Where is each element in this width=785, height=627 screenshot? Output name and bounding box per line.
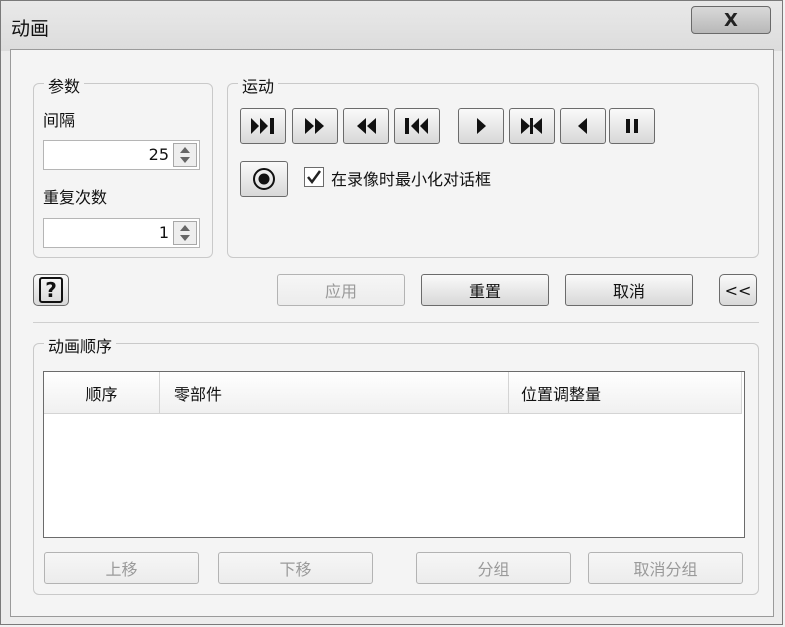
repeat-spin-arrows[interactable] <box>173 221 197 245</box>
separator <box>33 322 759 323</box>
move-down-button[interactable]: 下移 <box>218 552 373 584</box>
column-label: 位置调整量 <box>521 384 602 404</box>
record-button[interactable] <box>240 161 288 197</box>
arrow-up-icon <box>180 147 190 153</box>
interval-label: 间隔 <box>43 111 76 130</box>
step-reverse-icon <box>521 118 542 134</box>
move-up-button[interactable]: 上移 <box>44 552 199 584</box>
cancel-button[interactable]: 取消 <box>565 274 693 306</box>
motion-legend: 运动 <box>238 73 279 97</box>
repeat-stepper[interactable]: 1 <box>43 218 200 248</box>
play-to-end-button[interactable] <box>240 108 286 144</box>
repeat-label: 重复次数 <box>43 188 108 207</box>
interval-stepper[interactable]: 25 <box>43 140 200 170</box>
window-title: 动画 <box>11 18 50 40</box>
fast-rewind-icon <box>357 118 376 134</box>
column-header-position[interactable]: 位置调整量 <box>509 372 742 413</box>
rewind-to-start-button[interactable] <box>394 108 440 144</box>
fast-forward-icon <box>305 118 324 134</box>
sequence-legend: 动画顺序 <box>44 333 117 357</box>
close-icon: X <box>724 9 738 31</box>
play-reverse-button[interactable] <box>560 108 606 144</box>
rewind-to-start-icon <box>405 118 428 134</box>
fast-forward-button[interactable] <box>292 108 338 144</box>
interval-spin-arrows[interactable] <box>173 143 197 167</box>
arrow-up-icon <box>180 225 190 231</box>
column-header-order[interactable]: 顺序 <box>44 372 160 413</box>
reset-button[interactable]: 重置 <box>421 274 549 306</box>
arrow-down-icon <box>180 235 190 241</box>
repeat-value: 1 <box>158 223 169 242</box>
pause-button[interactable] <box>609 108 655 144</box>
help-button[interactable]: ? <box>33 274 69 306</box>
column-label: 零部件 <box>174 384 223 404</box>
checkmark-icon <box>307 170 322 185</box>
minimize-label: 在录像时最小化对话框 <box>331 170 492 189</box>
play-forward-icon <box>477 118 486 134</box>
group-button[interactable]: 分组 <box>416 552 571 584</box>
sequence-list[interactable]: 顺序 零部件 位置调整量 <box>43 371 745 538</box>
fast-rewind-button[interactable] <box>343 108 389 144</box>
list-header: 顺序 零部件 位置调整量 <box>44 372 742 414</box>
interval-value: 25 <box>148 145 169 164</box>
ungroup-button[interactable]: 取消分组 <box>588 552 743 584</box>
column-label: 顺序 <box>85 384 118 404</box>
title-bar: 动画 X <box>1 1 782 51</box>
pause-icon <box>626 119 638 133</box>
play-reverse-icon <box>578 118 587 134</box>
play-to-end-icon <box>251 118 274 134</box>
collapse-button[interactable]: << <box>719 274 757 306</box>
close-button[interactable]: X <box>691 6 771 34</box>
animation-dialog: 动画 X 参数 间隔 25 重复次数 1 运动 在录像时最小化对话框 ? 应用 … <box>0 0 783 625</box>
play-forward-button[interactable] <box>458 108 504 144</box>
column-header-component[interactable]: 零部件 <box>160 372 509 413</box>
params-legend: 参数 <box>44 73 85 97</box>
step-reverse-button[interactable] <box>509 108 555 144</box>
help-icon: ? <box>39 277 63 303</box>
arrow-down-icon <box>180 157 190 163</box>
minimize-checkbox[interactable] <box>304 167 324 187</box>
record-icon <box>253 168 275 190</box>
apply-button[interactable]: 应用 <box>277 274 405 306</box>
